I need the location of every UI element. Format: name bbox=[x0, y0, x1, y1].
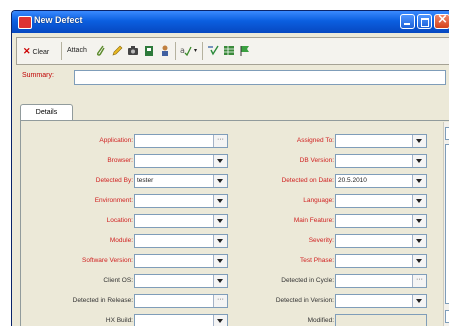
clear-label: Clear bbox=[32, 49, 50, 56]
chevron-down-icon[interactable] bbox=[213, 315, 227, 326]
client-os-field[interactable] bbox=[134, 274, 228, 288]
client-os-label: Client OS: bbox=[103, 277, 133, 284]
maximize-button[interactable] bbox=[417, 14, 432, 29]
module-label: Module: bbox=[109, 237, 133, 244]
chevron-down-icon[interactable] bbox=[412, 295, 426, 307]
attach-button[interactable]: Attach bbox=[67, 44, 87, 58]
environment-field[interactable] bbox=[134, 194, 228, 208]
detected-by-label: Detected By: bbox=[95, 177, 133, 184]
chevron-down-icon[interactable] bbox=[213, 215, 227, 227]
severity-field[interactable] bbox=[335, 234, 427, 248]
clear-button[interactable]: ✕ Clear bbox=[23, 44, 49, 58]
pencil-icon[interactable] bbox=[111, 44, 123, 57]
detected-on-date-label: Detected on Date: bbox=[281, 177, 334, 184]
chevron-down-icon[interactable] bbox=[412, 175, 426, 187]
chevron-down-icon[interactable] bbox=[412, 155, 426, 167]
tab-details[interactable]: Details bbox=[20, 104, 73, 121]
detected-in-release-label: Detected in Release: bbox=[72, 297, 133, 304]
ellipsis-icon[interactable]: ··· bbox=[213, 135, 227, 147]
db-version-field[interactable] bbox=[335, 154, 427, 168]
book-icon[interactable] bbox=[143, 44, 155, 57]
summary-label: Summary: bbox=[22, 72, 54, 79]
grid-icon[interactable] bbox=[223, 44, 235, 57]
detected-by-field[interactable]: tester bbox=[134, 174, 228, 188]
detected-in-cycle-label: Detected in Cycle: bbox=[281, 277, 334, 284]
title-bar[interactable]: New Defect bbox=[12, 11, 449, 33]
assigned-to-label: Assigned To: bbox=[296, 137, 334, 144]
spellcheck-icon[interactable]: a bbox=[180, 44, 192, 57]
detected-on-date-value: 20.5.2010 bbox=[338, 177, 367, 184]
flag-icon[interactable] bbox=[239, 44, 251, 57]
detected-in-version-label: Detected in Version: bbox=[275, 297, 334, 304]
location-field[interactable] bbox=[134, 214, 228, 228]
toolbar-separator bbox=[175, 42, 176, 60]
test-phase-field[interactable] bbox=[335, 254, 427, 268]
application-field[interactable]: ··· bbox=[134, 134, 228, 148]
test-phase-label: Test Phase: bbox=[300, 257, 334, 264]
hx-build-field[interactable] bbox=[134, 314, 228, 326]
new-defect-window: New Defect ✕ Clear Attach a ▾ Summary: D… bbox=[11, 10, 449, 326]
language-label: Language: bbox=[303, 197, 334, 204]
modified-label: Modified: bbox=[307, 317, 334, 324]
environment-label: Environment: bbox=[94, 197, 133, 204]
toolbar-separator bbox=[202, 42, 203, 60]
toolbar-separator bbox=[61, 42, 62, 60]
software-version-field[interactable] bbox=[134, 254, 228, 268]
spellcheck-dropdown-icon[interactable]: ▾ bbox=[194, 44, 197, 58]
filter-check-icon[interactable] bbox=[207, 44, 219, 57]
db-version-label: DB Version: bbox=[299, 157, 334, 164]
modified-field[interactable] bbox=[335, 314, 427, 326]
ellipsis-icon[interactable]: ··· bbox=[213, 295, 227, 307]
assigned-to-field[interactable] bbox=[335, 134, 427, 148]
summary-row: Summary: bbox=[16, 68, 448, 88]
detected-on-date-field[interactable]: 20.5.2010 bbox=[335, 174, 427, 188]
summary-input[interactable] bbox=[74, 70, 446, 85]
hx-build-label: HX Build: bbox=[105, 317, 133, 324]
chevron-down-icon[interactable] bbox=[213, 175, 227, 187]
chevron-down-icon[interactable] bbox=[213, 255, 227, 267]
vertical-scrollbar[interactable] bbox=[443, 122, 449, 326]
chevron-down-icon[interactable] bbox=[412, 215, 426, 227]
close-button[interactable] bbox=[434, 12, 449, 29]
minimize-button[interactable] bbox=[400, 14, 415, 29]
scroll-thumb[interactable] bbox=[445, 144, 449, 304]
chevron-down-icon[interactable] bbox=[213, 235, 227, 247]
chevron-down-icon[interactable] bbox=[213, 155, 227, 167]
application-label: Application: bbox=[99, 137, 133, 144]
browser-label: Browser: bbox=[107, 157, 133, 164]
detected-in-version-field[interactable] bbox=[335, 294, 427, 308]
ellipsis-icon[interactable]: ··· bbox=[412, 275, 426, 287]
detected-by-value: tester bbox=[137, 177, 154, 184]
browser-field[interactable] bbox=[134, 154, 228, 168]
chevron-down-icon[interactable] bbox=[412, 195, 426, 207]
camera-icon[interactable] bbox=[127, 44, 139, 57]
location-label: Location: bbox=[106, 217, 133, 224]
person-icon[interactable] bbox=[159, 44, 171, 57]
toolbar: ✕ Clear Attach a ▾ bbox=[16, 37, 449, 65]
chevron-down-icon[interactable] bbox=[412, 255, 426, 267]
window-title: New Defect bbox=[34, 15, 83, 25]
main-feature-label: Main Feature: bbox=[293, 217, 334, 224]
severity-label: Severity: bbox=[308, 237, 334, 244]
scroll-down-button[interactable] bbox=[445, 310, 449, 323]
detected-in-release-field[interactable]: ··· bbox=[134, 294, 228, 308]
language-field[interactable] bbox=[335, 194, 427, 208]
defect-icon bbox=[18, 16, 32, 29]
detected-in-cycle-field[interactable]: ··· bbox=[335, 274, 427, 288]
chevron-down-icon[interactable] bbox=[213, 195, 227, 207]
main-feature-field[interactable] bbox=[335, 214, 427, 228]
clear-x-icon: ✕ bbox=[23, 46, 31, 56]
scroll-up-button[interactable] bbox=[445, 127, 449, 140]
svg-text:a: a bbox=[180, 46, 185, 55]
module-field[interactable] bbox=[134, 234, 228, 248]
chevron-down-icon[interactable] bbox=[412, 235, 426, 247]
software-version-label: Software Version: bbox=[82, 257, 133, 264]
chevron-down-icon[interactable] bbox=[412, 135, 426, 147]
paperclip-icon[interactable] bbox=[95, 44, 107, 57]
details-panel: Application: ··· Browser: Detected By: teste… bbox=[20, 120, 449, 326]
chevron-down-icon[interactable] bbox=[213, 275, 227, 287]
